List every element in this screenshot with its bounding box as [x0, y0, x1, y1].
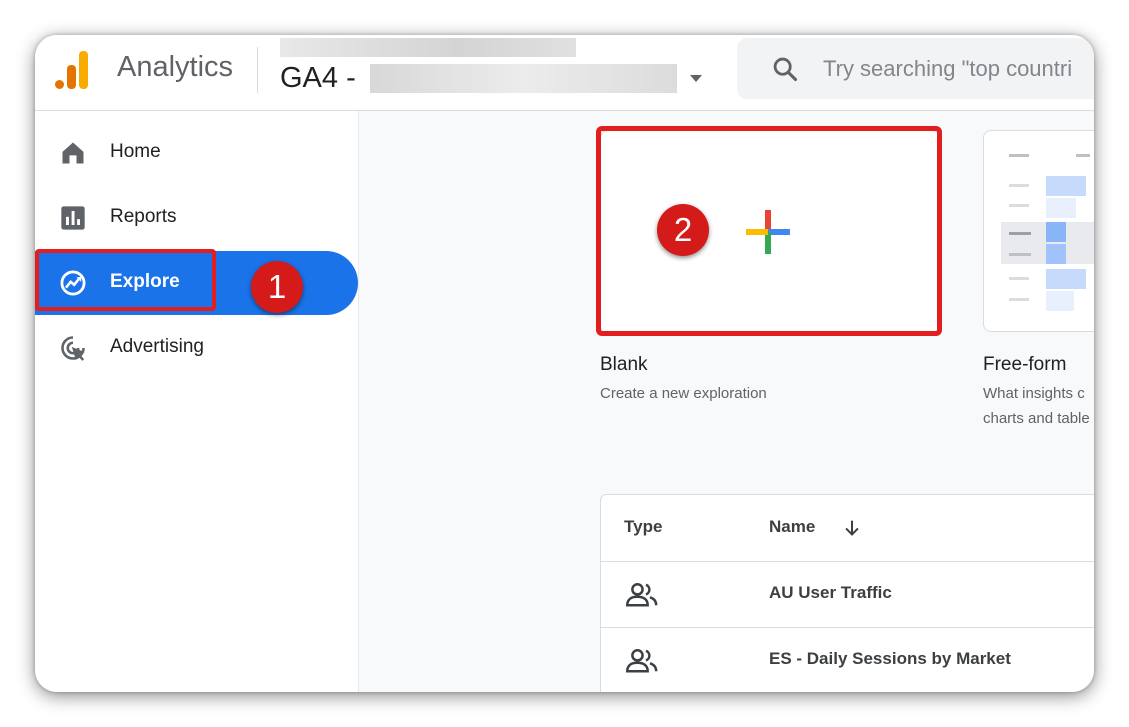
header-divider — [257, 47, 258, 93]
annotation-box-explore — [35, 249, 216, 311]
template-desc-free-form: What insights c charts and table — [983, 381, 1094, 431]
template-title-free-form[interactable]: Free-form — [983, 354, 1066, 376]
annotation-badge-2: 2 — [657, 204, 709, 256]
template-card-free-form[interactable] — [983, 130, 1094, 332]
sort-arrow-down-icon[interactable] — [841, 517, 863, 539]
top-header: Analytics GA4 - Try searching "top count… — [35, 35, 1094, 111]
search-bar[interactable]: Try searching "top countri — [737, 38, 1094, 99]
template-title-blank[interactable]: Blank — [600, 354, 648, 376]
chevron-down-icon[interactable] — [690, 75, 702, 82]
home-icon — [62, 142, 84, 164]
account-name-redacted — [280, 38, 576, 57]
sidebar: Home Reports Explore Advertising 1 — [35, 111, 359, 692]
template-desc-blank: Create a new exploration — [600, 385, 767, 402]
property-selector-label[interactable]: GA4 - — [280, 62, 356, 95]
template-desc-line: charts and table — [983, 410, 1090, 427]
analytics-logo-icon[interactable] — [55, 49, 91, 89]
advertising-icon — [61, 336, 85, 361]
template-desc-line: What insights c — [983, 385, 1085, 402]
app-title: Analytics — [117, 51, 234, 83]
sidebar-item-label: Advertising — [110, 336, 204, 357]
sidebar-item-home[interactable]: Home — [35, 121, 358, 185]
search-input[interactable]: Try searching "top countri — [823, 56, 1072, 82]
exploration-name[interactable]: ES - Daily Sessions by Market — [769, 649, 1011, 669]
analytics-window: Analytics GA4 - Try searching "top count… — [35, 35, 1094, 692]
sidebar-item-advertising[interactable]: Advertising — [35, 316, 358, 380]
column-header-name[interactable]: Name — [769, 517, 815, 537]
table-row[interactable]: ES - Daily Sessions by Market — [601, 627, 1094, 692]
search-icon — [773, 57, 798, 82]
people-icon — [626, 648, 658, 673]
table-row[interactable]: AU User Traffic — [601, 561, 1094, 628]
people-icon — [626, 582, 658, 607]
property-name-redacted[interactable] — [370, 64, 677, 93]
sidebar-item-label: Reports — [110, 206, 177, 227]
exploration-name[interactable]: AU User Traffic — [769, 583, 892, 603]
explorations-table: Type Name AU User Traffic ES - Daily Ses… — [600, 494, 1094, 692]
sidebar-item-reports[interactable]: Reports — [35, 186, 358, 250]
plus-icon — [746, 210, 790, 254]
free-form-preview-icon — [1001, 154, 1094, 311]
annotation-badge-1: 1 — [251, 261, 303, 313]
sidebar-item-label: Home — [110, 141, 161, 162]
reports-icon — [61, 206, 85, 230]
column-header-type[interactable]: Type — [624, 517, 662, 537]
